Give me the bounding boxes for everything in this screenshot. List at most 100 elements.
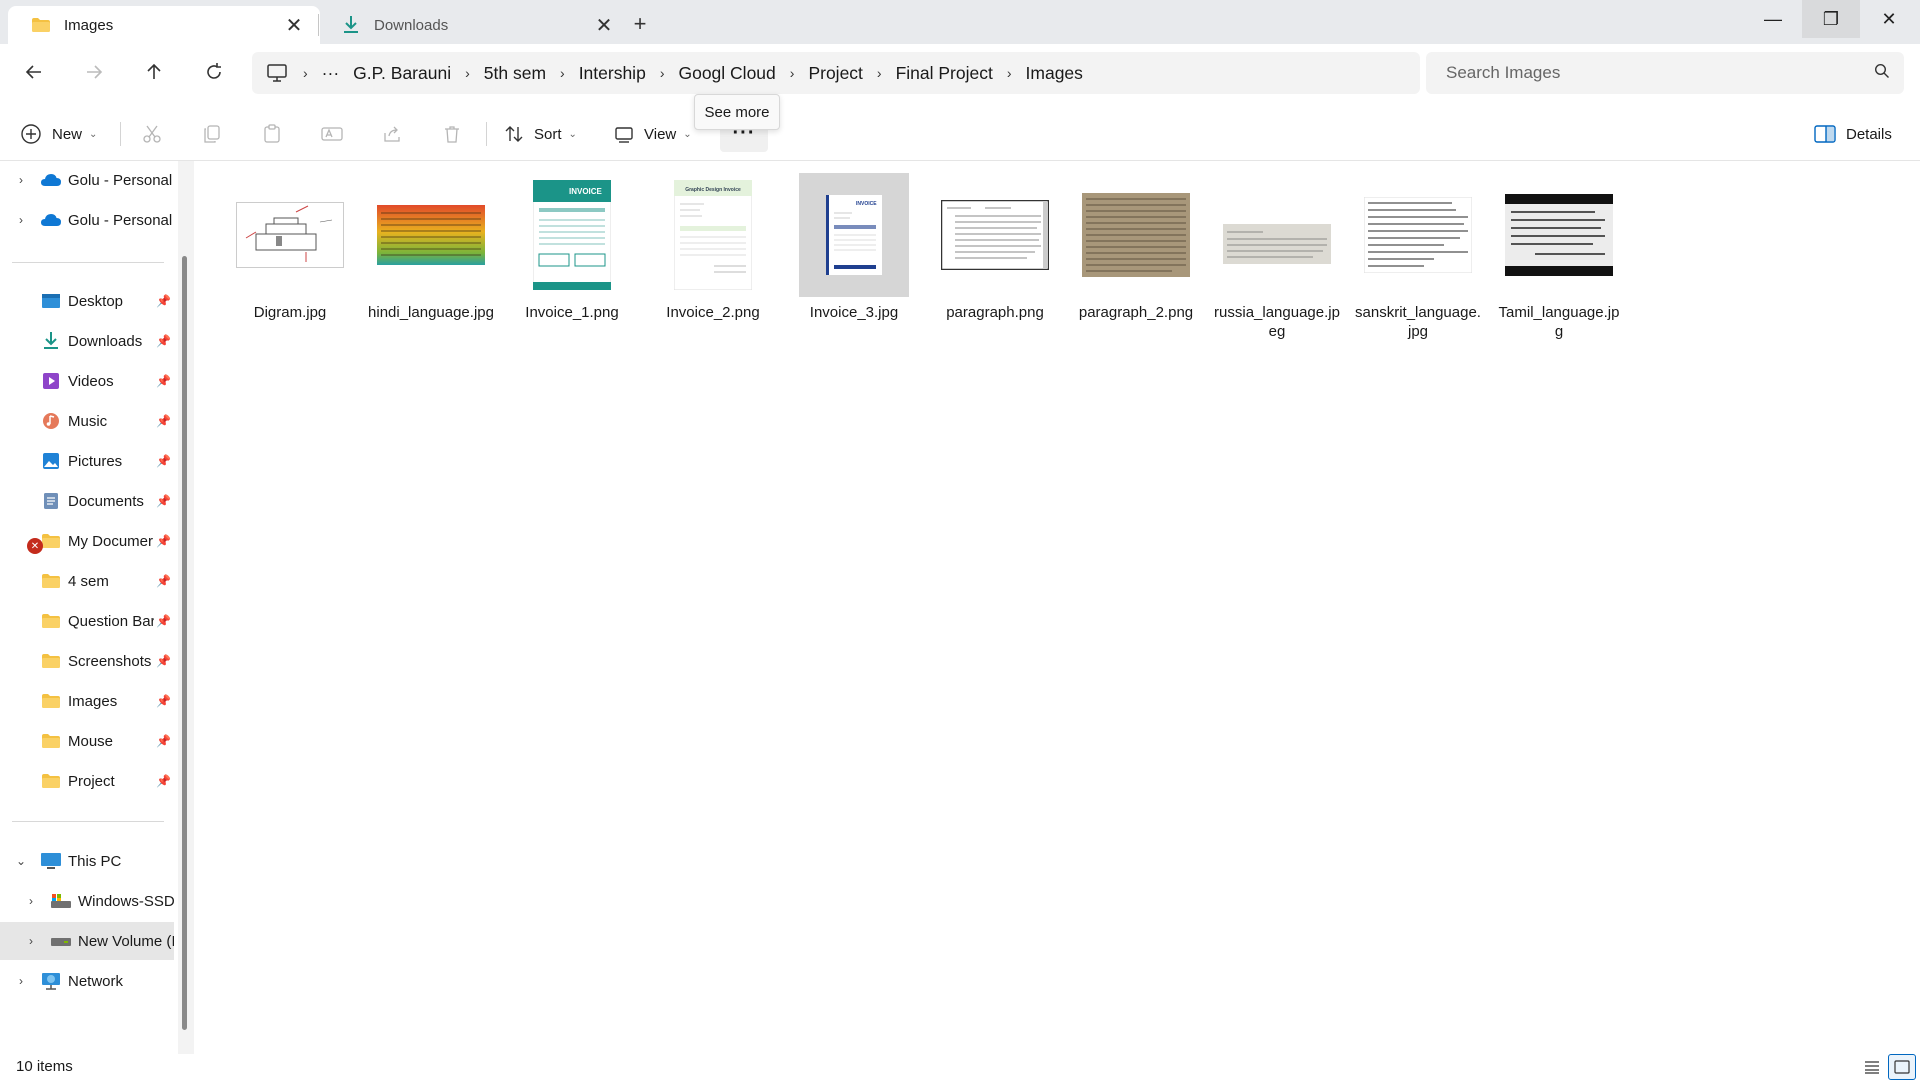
chevron-right-icon[interactable]: › — [870, 65, 889, 81]
pin-icon[interactable]: 📌 — [156, 294, 171, 308]
sidebar-item-new-volume[interactable]: › New Volume (I — [0, 922, 174, 960]
invoice-heading: INVOICE — [569, 187, 603, 196]
sidebar-item-music[interactable]: Music 📌 — [0, 402, 174, 440]
tab-images[interactable]: Images ✕ — [8, 6, 320, 44]
breadcrumb-item[interactable]: Final Project — [889, 63, 1000, 84]
pin-icon[interactable]: 📌 — [156, 574, 171, 588]
restore-button[interactable]: ❐ — [1802, 0, 1860, 38]
close-tab-icon[interactable]: ✕ — [590, 11, 618, 39]
pin-icon[interactable]: 📌 — [156, 494, 171, 508]
breadcrumb-item-current[interactable]: Images — [1019, 63, 1090, 84]
file-item[interactable]: Digram.jpg — [224, 173, 356, 322]
large-icons-view-icon[interactable] — [1888, 1054, 1916, 1080]
sidebar-item-project[interactable]: Project 📌 — [0, 762, 174, 800]
sidebar-item-documents[interactable]: Documents 📌 — [0, 482, 174, 520]
breadcrumb-item[interactable]: Intership — [572, 63, 653, 84]
chevron-right-icon[interactable]: › — [24, 894, 38, 908]
sidebar-item-label: Windows-SSD — [78, 892, 174, 910]
sort-label: Sort — [534, 125, 562, 143]
copy-icon[interactable] — [196, 118, 228, 150]
file-item[interactable]: paragraph.png — [929, 173, 1061, 322]
minimize-button[interactable]: — — [1744, 0, 1802, 38]
rename-icon[interactable] — [316, 118, 348, 150]
up-button[interactable] — [136, 54, 172, 90]
chevron-right-icon[interactable]: › — [24, 934, 38, 948]
pin-icon[interactable]: 📌 — [156, 774, 171, 788]
breadcrumb[interactable]: › ··· G.P. Barauni › 5th sem › Intership… — [252, 52, 1420, 94]
pin-icon[interactable]: 📌 — [156, 454, 171, 468]
breadcrumb-item[interactable]: 5th sem — [477, 63, 553, 84]
folder-icon — [40, 650, 62, 672]
drive-icon — [50, 930, 72, 952]
pin-icon[interactable]: 📌 — [156, 534, 171, 548]
chevron-right-icon[interactable]: › — [14, 173, 28, 187]
sidebar-item-videos[interactable]: Videos 📌 — [0, 362, 174, 400]
sidebar-item-screenshots[interactable]: Screenshots 📌 — [0, 642, 174, 680]
file-list: Digram.jpg hindi_language.jpg INVOICE In… — [194, 161, 1920, 1054]
close-tab-icon[interactable]: ✕ — [280, 11, 308, 39]
chevron-right-icon[interactable]: › — [783, 65, 802, 81]
file-item[interactable]: sanskrit_language.jpg — [1352, 173, 1484, 341]
paste-icon[interactable] — [256, 118, 288, 150]
details-view-icon[interactable] — [1858, 1054, 1886, 1080]
tab-downloads[interactable]: Downloads ✕ — [318, 6, 630, 44]
sidebar-item-onedrive[interactable]: › Golu - Personal — [0, 201, 174, 239]
sidebar-item-network[interactable]: › Network — [0, 962, 174, 1000]
sidebar-item-this-pc[interactable]: ⌄ This PC — [0, 842, 174, 880]
breadcrumb-overflow[interactable]: ··· — [315, 63, 346, 84]
breadcrumb-item[interactable]: G.P. Barauni — [346, 63, 458, 84]
chevron-right-icon[interactable]: › — [296, 65, 315, 81]
breadcrumb-item[interactable]: Project — [801, 63, 869, 84]
file-item[interactable]: paragraph_2.png — [1070, 173, 1202, 322]
forward-button[interactable] — [76, 54, 112, 90]
file-item[interactable]: INVOICE Invoice_3.jpg — [788, 173, 920, 322]
sidebar-item-pictures[interactable]: Pictures 📌 — [0, 442, 174, 480]
file-item[interactable]: Graphic Design Invoice Invoice_2.png — [647, 173, 779, 322]
sidebar-item-desktop[interactable]: Desktop 📌 — [0, 282, 174, 320]
pin-icon[interactable]: 📌 — [156, 414, 171, 428]
chevron-right-icon[interactable]: › — [1000, 65, 1019, 81]
sidebar-item-mouse[interactable]: Mouse 📌 — [0, 722, 174, 760]
new-button[interactable]: New ⌄ — [20, 116, 97, 152]
sidebar-item-downloads[interactable]: Downloads 📌 — [0, 322, 174, 360]
sidebar-item-my-documents[interactable]: ✕ My Documer 📌 — [0, 522, 174, 560]
refresh-button[interactable] — [196, 54, 232, 90]
file-item[interactable]: Tamil_language.jpg — [1493, 173, 1625, 341]
file-item[interactable]: russia_language.jpeg — [1211, 173, 1343, 341]
sidebar-scrollbar-thumb[interactable] — [182, 256, 187, 1030]
computer-icon[interactable] — [266, 63, 296, 83]
pin-icon[interactable]: 📌 — [156, 654, 171, 668]
new-tab-button[interactable]: + — [626, 10, 654, 38]
details-button[interactable]: Details — [1814, 116, 1892, 152]
chevron-right-icon[interactable]: › — [458, 65, 477, 81]
pin-icon[interactable]: 📌 — [156, 374, 171, 388]
chevron-right-icon[interactable]: › — [653, 65, 672, 81]
sidebar-item-images[interactable]: Images 📌 — [0, 682, 174, 720]
pin-icon[interactable]: 📌 — [156, 694, 171, 708]
share-icon[interactable] — [376, 118, 408, 150]
sort-button[interactable]: Sort ⌄ — [504, 116, 577, 152]
delete-icon[interactable] — [436, 118, 468, 150]
chevron-down-icon[interactable]: ⌄ — [14, 854, 28, 868]
sidebar-item-4-sem[interactable]: 4 sem 📌 — [0, 562, 174, 600]
chevron-right-icon[interactable]: › — [14, 213, 28, 227]
file-item[interactable]: hindi_language.jpg — [365, 173, 497, 322]
breadcrumb-item[interactable]: Googl Cloud — [671, 63, 782, 84]
pin-icon[interactable]: 📌 — [156, 734, 171, 748]
sidebar-item-question-bank[interactable]: Question Bar 📌 — [0, 602, 174, 640]
pin-icon[interactable]: 📌 — [156, 614, 171, 628]
search-box[interactable] — [1426, 52, 1904, 94]
sidebar-item-windows-ssd[interactable]: › Windows-SSD — [0, 882, 174, 920]
search-icon[interactable] — [1874, 63, 1890, 83]
back-button[interactable] — [16, 54, 52, 90]
file-item[interactable]: INVOICE Invoice_1.png — [506, 173, 638, 322]
close-window-button[interactable]: ✕ — [1860, 0, 1918, 38]
cut-icon[interactable] — [136, 118, 168, 150]
sidebar-item-onedrive[interactable]: › Golu - Personal — [0, 161, 174, 199]
pin-icon[interactable]: 📌 — [156, 334, 171, 348]
chevron-right-icon[interactable]: › — [553, 65, 572, 81]
sidebar-item-label: My Documer — [68, 532, 154, 550]
chevron-right-icon[interactable]: › — [14, 974, 28, 988]
search-input[interactable] — [1446, 63, 1874, 83]
view-button[interactable]: View ⌄ — [614, 116, 692, 152]
